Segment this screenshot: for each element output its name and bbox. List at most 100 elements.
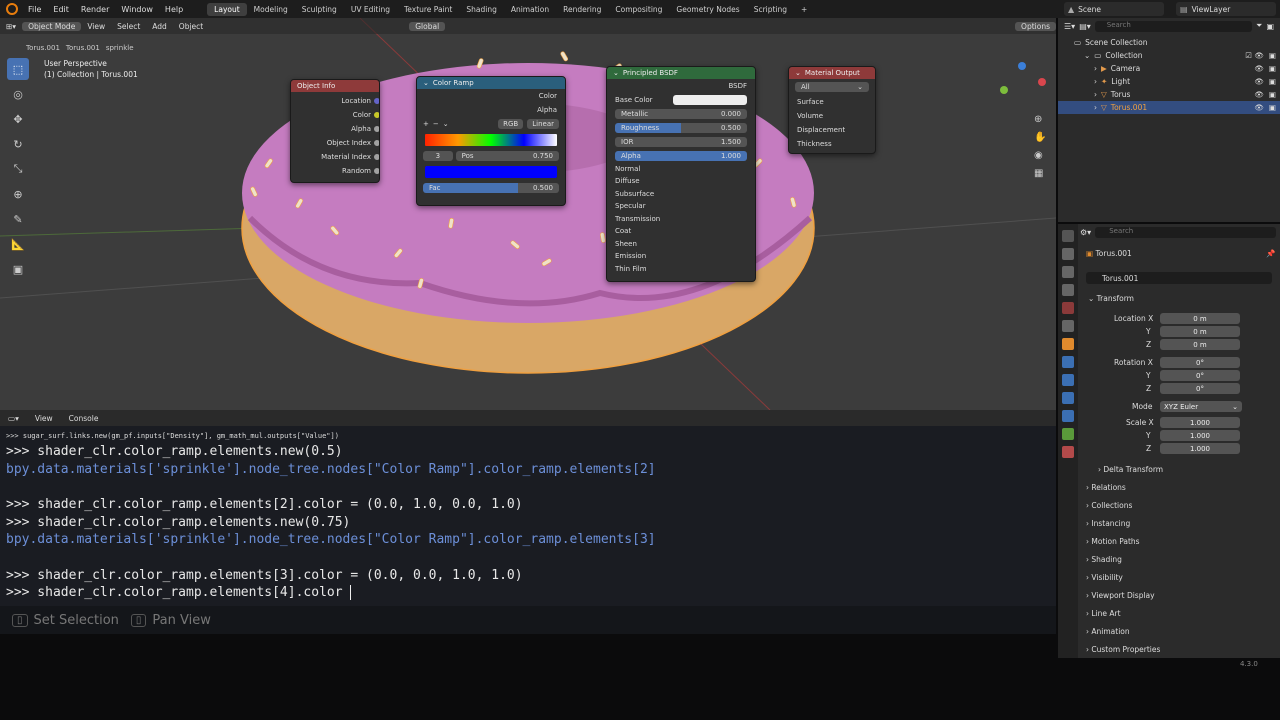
panel-subsurface[interactable]: Subsurface — [615, 190, 654, 198]
scale-z-field[interactable]: 1.000 — [1160, 443, 1240, 454]
world-tab-icon[interactable] — [1062, 320, 1074, 332]
delta-transform-panel[interactable]: › Delta Transform — [1098, 465, 1163, 474]
fac-field[interactable]: Fac 0.500 — [423, 183, 559, 193]
panel-transmission[interactable]: Transmission — [615, 215, 660, 223]
menu-window[interactable]: Window — [115, 5, 159, 14]
torus-001-row[interactable]: › ▽ Torus.001 👁 ▣ — [1058, 101, 1280, 114]
socket[interactable] — [374, 168, 379, 174]
particles-tab-icon[interactable] — [1062, 374, 1074, 386]
collapse-icon[interactable]: ⌄ — [613, 69, 619, 77]
node-header[interactable]: ⌄ Color Ramp — [417, 77, 565, 89]
location-x-field[interactable]: 0 m — [1160, 313, 1240, 324]
relations-panel[interactable]: › Relations — [1086, 483, 1126, 492]
pan-hand-icon[interactable]: ✋ — [1034, 132, 1050, 150]
camera-toggle-icon[interactable]: ▣ — [1269, 51, 1276, 60]
interpolation-selector[interactable]: Linear — [527, 119, 559, 129]
tab-compositing[interactable]: Compositing — [608, 3, 669, 16]
add-menu[interactable]: Add — [146, 22, 173, 31]
camera-row[interactable]: › ▶ Camera 👁 ▣ — [1058, 62, 1280, 75]
panel-sheen[interactable]: Sheen — [615, 240, 637, 248]
annotate-tool-icon[interactable]: ✎ — [7, 208, 29, 230]
node-header[interactable]: ⌄ Material Output — [789, 67, 875, 79]
constraints-tab-icon[interactable] — [1062, 410, 1074, 422]
line-art-panel[interactable]: › Line Art — [1086, 609, 1121, 618]
motion-paths-panel[interactable]: › Motion Paths — [1086, 537, 1140, 546]
menu-render[interactable]: Render — [75, 5, 115, 14]
view-layer-tab-icon[interactable] — [1062, 284, 1074, 296]
python-console[interactable]: ▭▾ View Console >>> sugar_surf.links.new… — [0, 410, 1056, 606]
3d-viewport[interactable]: ⊞▾ Object Mode View Select Add Object Gl… — [0, 18, 1056, 410]
gizmo-z-axis[interactable] — [1018, 62, 1026, 70]
expand-icon[interactable]: › — [1094, 77, 1097, 86]
editor-type-icon[interactable]: ☰▾ — [1064, 22, 1075, 31]
tab-layout[interactable]: Layout — [207, 2, 247, 16]
socket[interactable] — [374, 154, 379, 160]
location-y-field[interactable]: 0 m — [1160, 326, 1240, 337]
new-collection-icon[interactable]: ▣ — [1266, 22, 1274, 31]
tab-animation[interactable]: Animation — [504, 3, 556, 16]
stop-position-field[interactable]: Pos 0.750 — [455, 151, 559, 161]
torus-row[interactable]: › ▽ Torus 👁 ▣ — [1058, 88, 1280, 101]
tab-geometry-nodes[interactable]: Geometry Nodes — [669, 3, 746, 16]
eye-icon[interactable]: 👁 — [1254, 64, 1264, 73]
add-cube-tool-icon[interactable]: ▣ — [7, 258, 29, 280]
location-z-field[interactable]: 0 m — [1160, 339, 1240, 350]
select-tool-icon[interactable]: ⬚ — [7, 58, 29, 80]
socket[interactable] — [374, 112, 379, 118]
roughness-field[interactable]: Roughness 0.500 — [615, 123, 747, 133]
physics-tab-icon[interactable] — [1062, 392, 1074, 404]
animation-panel[interactable]: › Animation — [1086, 627, 1130, 636]
panel-specular[interactable]: Specular — [615, 202, 646, 210]
ior-field[interactable]: IOR 1.500 — [615, 137, 747, 147]
blender-logo-icon[interactable] — [6, 3, 18, 15]
material-output-node[interactable]: ⌄ Material Output All ⌄ Surface Volume Dis… — [788, 66, 876, 154]
menu-edit[interactable]: Edit — [47, 5, 75, 14]
measure-tool-icon[interactable]: 📐 — [7, 233, 29, 255]
zoom-icon[interactable]: ⊕ — [1034, 114, 1050, 132]
node-header[interactable]: ⌄ Principled BSDF — [607, 67, 755, 79]
camera-toggle-icon[interactable]: ▣ — [1269, 64, 1276, 73]
rotation-z-field[interactable]: 0° — [1160, 383, 1240, 394]
object-name-field[interactable]: Torus.001 — [1086, 272, 1272, 284]
socket[interactable] — [374, 140, 379, 146]
object-info-node[interactable]: Object Info Location Color Alpha Object … — [290, 79, 380, 183]
camera-view-icon[interactable]: ◉ — [1034, 150, 1050, 168]
tool-tab-icon[interactable] — [1062, 230, 1074, 242]
eye-icon[interactable]: 👁 — [1254, 103, 1264, 112]
render-tab-icon[interactable] — [1062, 248, 1074, 260]
tab-uv-editing[interactable]: UV Editing — [344, 3, 397, 16]
display-mode-icon[interactable]: ▤▾ — [1079, 22, 1091, 31]
expand-icon[interactable]: › — [1094, 64, 1097, 73]
principled-bsdf-node[interactable]: ⌄ Principled BSDF BSDF Base Color Metalli… — [606, 66, 756, 282]
target-selector[interactable]: All ⌄ — [795, 82, 869, 92]
add-workspace-button[interactable]: + — [794, 3, 814, 16]
outliner-search-input[interactable]: Search — [1094, 20, 1253, 32]
remove-stop-icon[interactable]: − — [433, 120, 439, 128]
tab-rendering[interactable]: Rendering — [556, 3, 608, 16]
move-tool-icon[interactable]: ✥ — [7, 108, 29, 130]
console-input-line[interactable]: >>> shader_clr.color_ramp.elements[4].co… — [6, 585, 360, 600]
rotate-tool-icon[interactable]: ↻ — [7, 133, 29, 155]
metallic-field[interactable]: Metallic 0.000 — [615, 109, 747, 119]
panel-emission[interactable]: Emission — [615, 252, 646, 260]
rotation-y-field[interactable]: 0° — [1160, 370, 1240, 381]
viewport-display-panel[interactable]: › Viewport Display — [1086, 591, 1155, 600]
panel-coat[interactable]: Coat — [615, 227, 631, 235]
eye-icon[interactable]: 👁 — [1254, 77, 1264, 86]
filter-icon[interactable]: ⏷ — [1256, 21, 1262, 31]
light-row[interactable]: › ✦ Light 👁 ▣ — [1058, 75, 1280, 88]
options-button[interactable]: Options — [1015, 21, 1056, 31]
editor-type-icon[interactable]: ▭▾ — [0, 414, 27, 423]
material-tab-icon[interactable] — [1062, 446, 1074, 458]
view-layer-selector[interactable]: ▤ ViewLayer — [1176, 2, 1276, 16]
eye-icon[interactable]: 👁 — [1254, 90, 1264, 99]
tab-shading[interactable]: Shading — [459, 3, 503, 16]
shading-panel[interactable]: › Shading — [1086, 555, 1122, 564]
tab-scripting[interactable]: Scripting — [747, 3, 794, 16]
mode-selector[interactable]: Object Mode — [22, 21, 82, 31]
object-tab-icon[interactable] — [1062, 338, 1074, 350]
rotation-mode-selector[interactable]: XYZ Euler ⌄ — [1160, 401, 1242, 412]
checkbox-icon[interactable]: ☑ — [1245, 51, 1252, 60]
eye-icon[interactable]: 👁 — [1254, 51, 1264, 60]
pin-icon[interactable]: 📌 — [1266, 249, 1275, 258]
